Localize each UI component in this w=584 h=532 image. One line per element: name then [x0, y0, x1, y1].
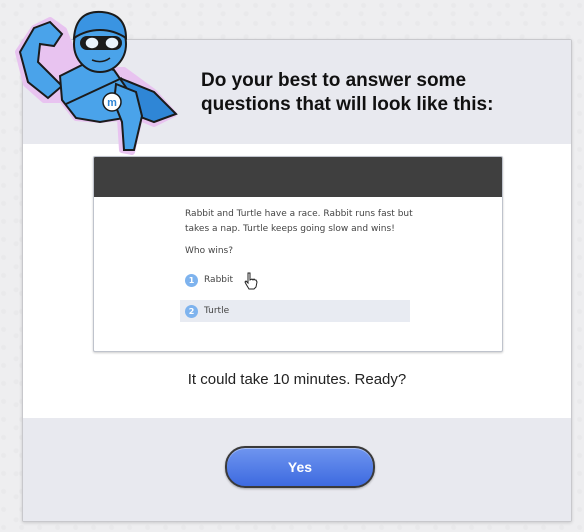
- ready-prompt: It could take 10 minutes. Ready?: [187, 371, 407, 388]
- option-label: Turtle: [204, 306, 230, 316]
- superhero-mascot-icon: m: [15, 10, 178, 155]
- preview-option-2: 2 Turtle: [180, 300, 410, 322]
- yes-button[interactable]: Yes: [225, 446, 375, 488]
- option-label: Rabbit: [204, 275, 234, 285]
- preview-passage: Rabbit and Turtle have a race. Rabbit ru…: [185, 209, 413, 234]
- page-title: Do your best to answer some questions th…: [201, 70, 494, 115]
- mascot-badge-letter: m: [107, 97, 117, 109]
- preview-question: Who wins?: [185, 246, 234, 256]
- sample-question-preview: Rabbit and Turtle have a race. Rabbit ru…: [93, 156, 503, 352]
- hand-pointer-icon: [244, 272, 258, 290]
- option-number-badge: 1: [185, 273, 198, 287]
- preview-option-1: 1 Rabbit: [180, 269, 410, 291]
- preview-topbar: [94, 157, 502, 197]
- option-number-badge: 2: [185, 304, 198, 318]
